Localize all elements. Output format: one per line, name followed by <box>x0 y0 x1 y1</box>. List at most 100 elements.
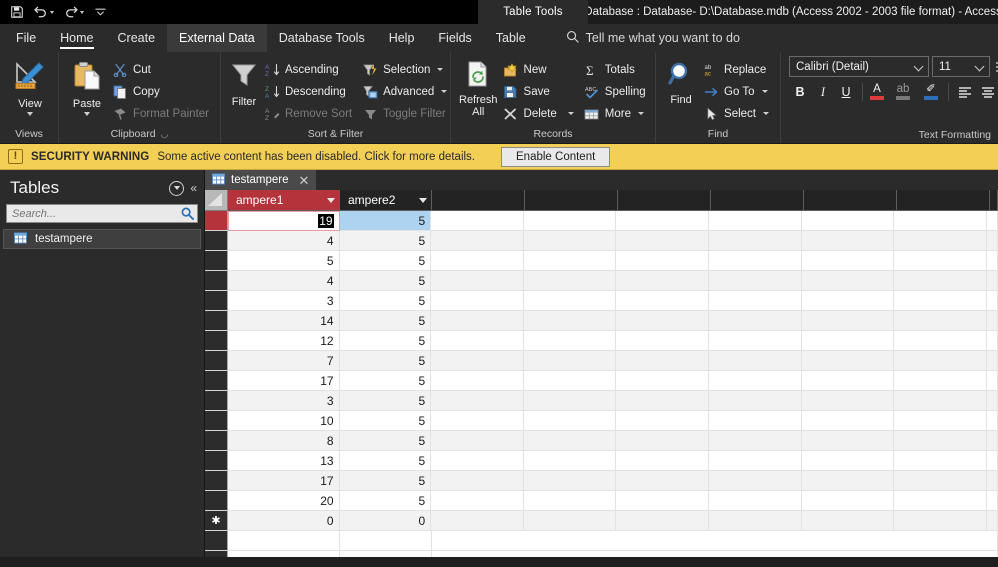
column-header-blank[interactable] <box>618 190 711 211</box>
cell-blank[interactable] <box>894 231 988 251</box>
clipboard-dialog-launcher-icon[interactable]: ◡ <box>161 129 169 140</box>
cell-ampere2[interactable]: 5 <box>339 431 432 451</box>
cell-blank[interactable] <box>801 251 895 271</box>
cell-blank[interactable] <box>431 351 524 371</box>
redo-caret-icon[interactable] <box>80 10 84 14</box>
cell-ampere2[interactable]: 0 <box>339 511 432 531</box>
cell-ampere2[interactable]: 5 <box>339 211 432 231</box>
row-selector[interactable] <box>205 311 228 331</box>
cell-blank[interactable] <box>709 231 802 251</box>
cell-blank[interactable] <box>801 311 895 331</box>
cell-blank[interactable] <box>801 451 895 471</box>
cell-blank[interactable] <box>523 211 617 231</box>
cell-blank[interactable] <box>801 331 895 351</box>
new-record-button[interactable]: New <box>498 59 579 80</box>
cell-blank[interactable] <box>987 231 998 251</box>
cell-blank[interactable] <box>709 211 802 231</box>
tell-me-search[interactable]: Tell me what you want to do <box>556 24 750 52</box>
tab-external-data[interactable]: External Data <box>167 24 267 52</box>
column-header-ampere2[interactable]: ampere2 <box>340 190 432 211</box>
cell-blank[interactable] <box>523 471 617 491</box>
cell-blank[interactable] <box>523 491 617 511</box>
cell-ampere1[interactable]: 12 <box>228 331 340 351</box>
document-tab-testampere[interactable]: testampere ✕ <box>205 170 318 190</box>
table-row[interactable]: 3 5 <box>205 291 998 311</box>
table-row[interactable]: 19 5 <box>205 211 998 231</box>
cell-blank[interactable] <box>987 451 998 471</box>
cell-blank[interactable] <box>709 351 802 371</box>
cell-blank[interactable] <box>894 311 988 331</box>
cell-blank[interactable] <box>616 371 710 391</box>
cell-blank[interactable] <box>431 291 524 311</box>
cell-blank[interactable] <box>431 371 524 391</box>
cell-blank[interactable] <box>894 251 988 271</box>
cell-blank[interactable] <box>894 471 988 491</box>
table-row[interactable]: 3 5 <box>205 391 998 411</box>
table-row[interactable]: 17 5 <box>205 471 998 491</box>
cell-blank[interactable] <box>616 471 710 491</box>
cell-blank[interactable] <box>987 271 998 291</box>
more-button[interactable]: More <box>579 103 651 124</box>
cell-blank[interactable] <box>431 491 524 511</box>
cell-blank[interactable] <box>616 411 710 431</box>
cell-blank[interactable] <box>523 231 617 251</box>
cell-blank[interactable] <box>523 451 617 471</box>
filter-button[interactable]: Filter <box>229 58 259 108</box>
replace-button[interactable]: ab ac Replace <box>698 59 774 80</box>
cell-blank[interactable] <box>709 411 802 431</box>
selection-caret-icon[interactable] <box>437 68 444 71</box>
cell-ampere2[interactable]: 5 <box>339 251 432 271</box>
select-all-corner[interactable] <box>205 190 228 211</box>
cell-ampere2[interactable]: 5 <box>339 451 432 471</box>
cell-ampere1[interactable]: 7 <box>228 351 340 371</box>
table-row[interactable]: 13 5 <box>205 451 998 471</box>
cell-blank[interactable] <box>523 291 617 311</box>
cell-blank[interactable] <box>431 271 524 291</box>
cell-blank[interactable] <box>801 471 895 491</box>
cell-blank[interactable] <box>523 331 617 351</box>
cell-blank[interactable] <box>709 311 802 331</box>
cell-blank[interactable] <box>801 411 895 431</box>
row-selector[interactable] <box>205 471 228 491</box>
font-size-chevron-down-icon[interactable] <box>976 62 985 71</box>
cell-blank[interactable] <box>431 391 524 411</box>
cell-blank[interactable] <box>801 391 895 411</box>
cell-blank[interactable] <box>431 471 524 491</box>
row-selector[interactable] <box>205 251 228 271</box>
find-button[interactable]: Find <box>664 58 698 106</box>
row-selector[interactable] <box>205 391 228 411</box>
go-to-button[interactable]: Go To <box>698 81 774 102</box>
row-selector[interactable] <box>205 411 228 431</box>
cell-blank[interactable] <box>431 451 524 471</box>
cell-blank[interactable] <box>709 291 802 311</box>
cell-ampere2[interactable]: 5 <box>339 331 432 351</box>
cell-ampere2[interactable]: 5 <box>339 231 432 251</box>
copy-button[interactable]: Copy <box>107 81 214 102</box>
cell-ampere1[interactable]: 17 <box>228 371 340 391</box>
font-name-combo[interactable]: Calibri (Detail) <box>789 56 929 77</box>
cell-blank[interactable] <box>709 251 802 271</box>
cell-ampere1[interactable]: 17 <box>228 471 340 491</box>
advanced-caret-icon[interactable] <box>441 90 448 93</box>
cell-blank[interactable] <box>431 411 524 431</box>
background-color-button[interactable]: ✐ <box>922 84 943 100</box>
cell-blank[interactable] <box>616 271 710 291</box>
cell-ampere2[interactable]: 5 <box>339 391 432 411</box>
delete-caret-icon[interactable] <box>567 112 574 115</box>
cell-blank[interactable] <box>987 371 998 391</box>
table-row[interactable]: 12 5 <box>205 331 998 351</box>
cell-blank[interactable] <box>987 311 998 331</box>
paste-caret-icon[interactable] <box>83 112 90 116</box>
cell-blank[interactable] <box>894 331 988 351</box>
cell-ampere1[interactable]: 3 <box>228 391 340 411</box>
cell-blank[interactable] <box>709 511 802 531</box>
cell-ampere1[interactable]: 3 <box>228 291 340 311</box>
undo-icon[interactable] <box>34 6 54 18</box>
cell-blank[interactable] <box>431 431 524 451</box>
align-left-button[interactable] <box>954 81 976 103</box>
cell-blank[interactable] <box>431 511 524 531</box>
view-button[interactable]: View <box>8 58 52 116</box>
cell-blank[interactable] <box>894 291 988 311</box>
cell-blank[interactable] <box>709 471 802 491</box>
cell-blank[interactable] <box>431 311 524 331</box>
